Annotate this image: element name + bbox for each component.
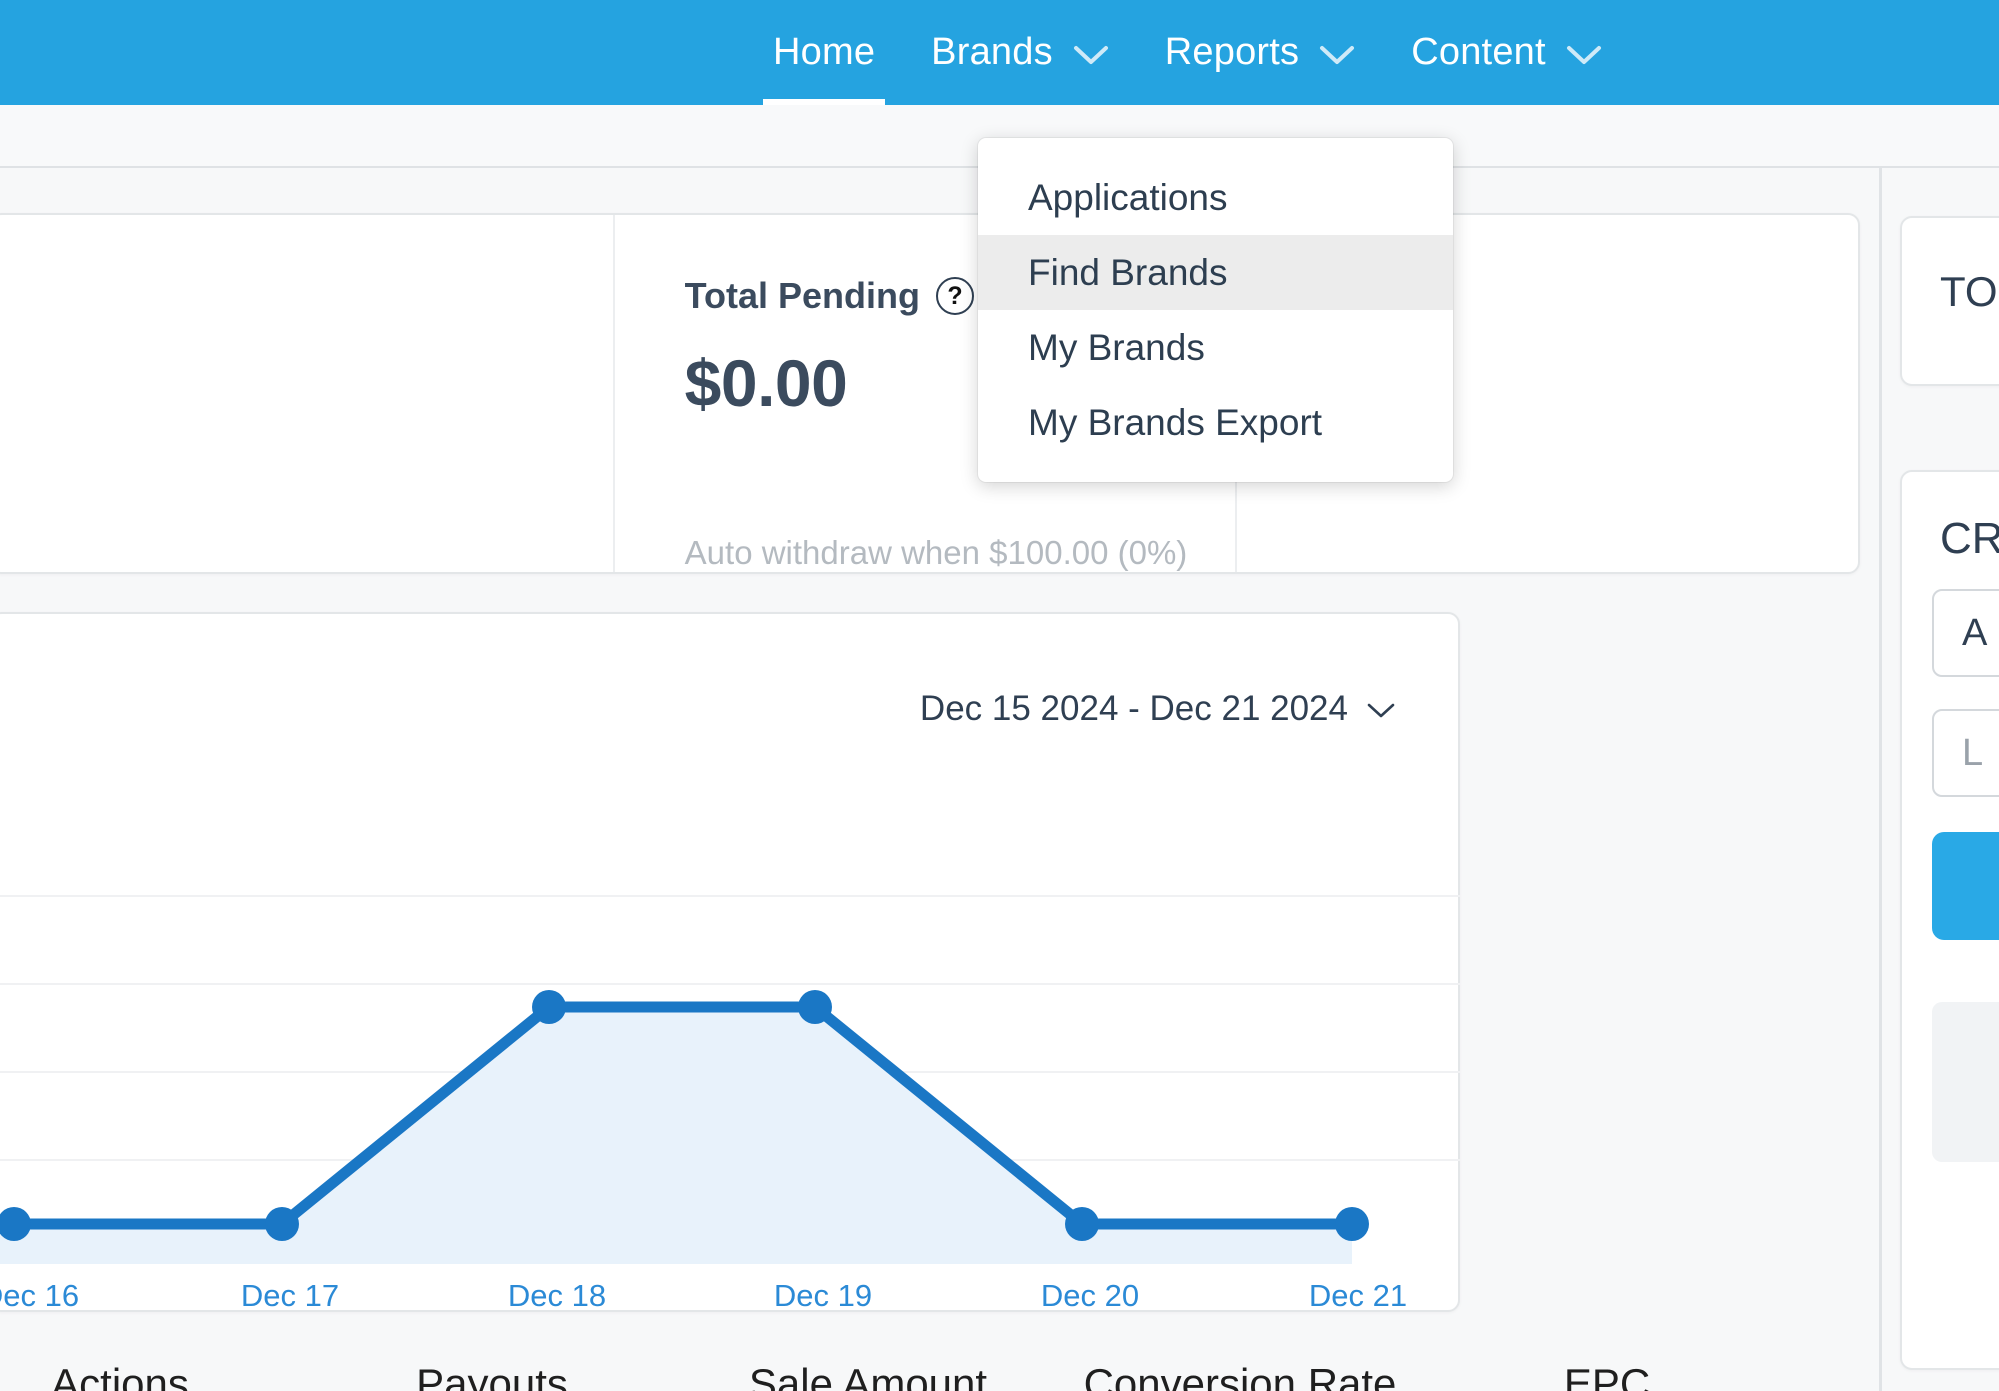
chevron-down-icon [1366,689,1396,729]
chevron-down-icon [1319,33,1355,76]
app-root: Home Brands Reports Content Total Pendin… [0,0,1999,1391]
dropdown-item-my-brands[interactable]: My Brands [978,310,1453,385]
nav-item-brands-label: Brands [931,31,1053,73]
right-rail-form-title: CR [1940,514,1999,563]
brands-dropdown-menu: Applications Find Brands My Brands My Br… [978,138,1453,482]
nav-item-brands[interactable]: Brands [903,0,1137,105]
right-rail-top-card: TO [1900,216,1999,386]
nav-item-reports[interactable]: Reports [1137,0,1383,105]
metric-label-epc: EPC [1563,1360,1651,1391]
auto-withdraw-note: Auto withdraw when $100.00 (0%) [684,534,1188,571]
x-axis-tick-label: Dec 21 [1308,1278,1408,1313]
chart-point [532,990,566,1024]
metric-label-payouts: Payouts [416,1360,568,1391]
chevron-down-icon [1073,33,1109,76]
metrics-header-row: Actions Payouts Sale Amount Conversion R… [0,1360,1800,1391]
stats-row: Total Pending ? $0.00 Auto withdraw when… [0,215,1858,572]
dropdown-item-find-brands[interactable]: Find Brands [978,235,1453,310]
total-pending-label: Total Pending [684,275,920,316]
performance-chart-card: Dec 15 2024 - Dec 21 2024 [0,612,1460,1312]
stat-cell-spacer [0,215,613,572]
metric-label-conversion-rate: Conversion Rate [1083,1360,1397,1391]
nav-item-reports-label: Reports [1164,31,1300,73]
chart-point [798,990,832,1024]
date-range-selector[interactable]: Dec 15 2024 - Dec 21 2024 [920,689,1396,729]
x-axis-tick-label: Dec 20 [1040,1278,1140,1313]
nav-item-content-label: Content [1411,31,1546,73]
x-axis-tick-label: Dec 17 [240,1278,340,1313]
date-range-label: Dec 15 2024 - Dec 21 2024 [919,689,1348,728]
chart-point [265,1207,299,1241]
chart-x-axis: Dec 16 Dec 17 Dec 18 Dec 19 Dec 20 Dec 2… [0,1278,1460,1322]
question-mark-icon[interactable]: ? [936,277,974,315]
area-line-chart [0,895,1460,1264]
right-rail-input-second[interactable]: L [1932,709,1999,797]
chevron-down-icon [1566,33,1602,76]
dropdown-item-applications[interactable]: Applications [978,160,1453,235]
nav-item-content[interactable]: Content [1383,0,1630,105]
chart-point [1065,1207,1099,1241]
right-rail-input-first[interactable]: A [1932,589,1999,677]
right-rail-form-card: CR Pro A L [1900,470,1999,1370]
right-rail-submit-button[interactable] [1932,832,1999,940]
metric-label-sale-amount: Sale Amount [748,1360,988,1391]
x-axis-tick-label: Dec 16 [0,1278,80,1313]
top-navigation-bar: Home Brands Reports Content [0,0,1999,105]
rail-divider [1879,168,1882,1391]
nav-item-list: Home Brands Reports Content [745,0,1630,105]
nav-item-home[interactable]: Home [745,0,903,105]
right-rail-top-card-title: TO [1940,268,1998,315]
dropdown-item-my-brands-export[interactable]: My Brands Export [978,385,1453,460]
x-axis-tick-label: Dec 18 [507,1278,607,1313]
nav-item-home-label: Home [773,31,876,73]
chart-point [1335,1207,1369,1241]
summary-stats-card: Total Pending ? $0.00 Auto withdraw when… [0,213,1860,574]
x-axis-tick-label: Dec 19 [773,1278,873,1313]
metric-label-actions: Actions [51,1360,189,1391]
right-rail-panel-block [1932,1002,1999,1162]
